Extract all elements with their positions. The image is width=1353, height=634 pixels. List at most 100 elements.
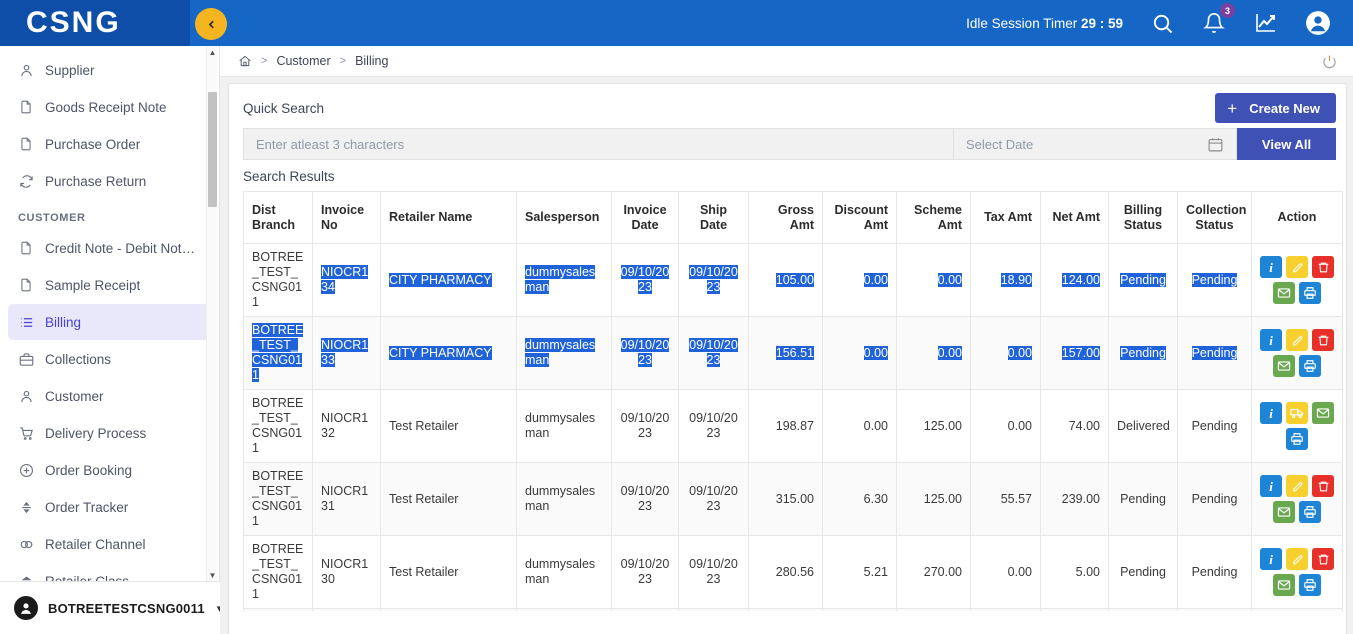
sidebar-collapse-button[interactable]	[195, 8, 227, 40]
cell-invoice-no: NIOCR131	[312, 462, 381, 536]
sidebar-item-supplier[interactable]: Supplier	[8, 52, 212, 88]
cell-scheme-amt: 125.00	[896, 462, 971, 536]
power-button[interactable]	[1322, 54, 1337, 69]
sidebar-item-purchase-return[interactable]: Purchase Return	[8, 163, 212, 199]
view-all-button[interactable]: View All	[1237, 128, 1336, 160]
create-new-button[interactable]: + Create New	[1215, 93, 1336, 123]
cell-net-amt: 5.00	[1040, 535, 1109, 609]
cell-salesperson: dummysalesman	[516, 608, 612, 611]
column-header-invoice-no[interactable]: Invoice No	[312, 191, 381, 244]
truck-action-button[interactable]	[1286, 402, 1308, 424]
sidebar-user-account[interactable]: BOTREETESTCSNG0011 ▾	[0, 581, 222, 634]
sidebar-item-label: Supplier	[45, 62, 95, 78]
column-header-retailer-name[interactable]: Retailer Name	[380, 191, 517, 244]
edit-action-button[interactable]	[1286, 475, 1308, 497]
print-action-button[interactable]	[1286, 428, 1308, 450]
edit-action-button[interactable]	[1286, 256, 1308, 278]
sidebar-item-order-tracker[interactable]: Order Tracker	[8, 489, 212, 525]
sidebar-item-retailer-class[interactable]: Retailer Class	[8, 563, 212, 581]
delete-action-button[interactable]	[1312, 548, 1334, 570]
brand-block: CSNG	[0, 0, 190, 46]
print-action-button[interactable]	[1299, 501, 1321, 523]
column-header-dist-branch[interactable]: Dist Branch	[243, 191, 313, 244]
print-action-button[interactable]	[1299, 574, 1321, 596]
cell-collection-status: Pending	[1177, 462, 1252, 536]
delete-action-button[interactable]	[1312, 475, 1334, 497]
cell-collection-status: Pending	[1177, 608, 1252, 611]
sidebar-item-credit-note-debit-note[interactable]: Credit Note - Debit Note (C...	[8, 230, 212, 266]
table-row[interactable]: BOTREE_TEST_CSNG011NIOCR129A R B STOREdu…	[243, 608, 1343, 611]
calendar-icon[interactable]	[1207, 136, 1224, 153]
date-input[interactable]: Select Date	[954, 128, 1237, 160]
sidebar-item-goods-receipt-note[interactable]: Goods Receipt Note	[8, 89, 212, 125]
breadcrumb-item-billing[interactable]: Billing	[355, 54, 388, 68]
mail-action-button[interactable]	[1273, 282, 1295, 304]
search-results-title: Search Results	[243, 169, 335, 184]
sidebar-item-retailer-channel[interactable]: Retailer Channel	[8, 526, 212, 562]
analytics-button[interactable]	[1253, 10, 1279, 36]
print-action-button[interactable]	[1299, 355, 1321, 377]
cell-dist-branch: BOTREE_TEST_CSNG011	[243, 316, 313, 390]
table-row[interactable]: BOTREE_TEST_CSNG011 NIOCR134 CITY PHARMACY…	[243, 243, 1343, 317]
sidebar-item-sample-receipt[interactable]: Sample Receipt	[8, 267, 212, 303]
edit-action-button[interactable]	[1286, 548, 1308, 570]
column-header-gross-amt[interactable]: Gross Amt	[748, 191, 823, 244]
sidebar-item-collections[interactable]: Collections	[8, 341, 212, 377]
column-header-net-amt[interactable]: Net Amt	[1040, 191, 1109, 244]
column-header-tax-amt[interactable]: Tax Amt	[970, 191, 1041, 244]
class-icon	[18, 573, 34, 581]
sidebar-item-customer[interactable]: Customer	[8, 378, 212, 414]
sidebar-item-label: Retailer Channel	[45, 536, 146, 552]
column-header-discount-amt[interactable]: Discount Amt	[822, 191, 897, 244]
print-action-button[interactable]	[1299, 282, 1321, 304]
document-icon	[18, 277, 34, 293]
sidebar-scrollbar[interactable]: ▲ ▼	[206, 46, 217, 581]
sidebar-item-order-booking[interactable]: Order Booking	[8, 452, 212, 488]
column-header-collection-status[interactable]: Collection Status	[1177, 191, 1252, 244]
scrollbar-up-arrow-icon[interactable]: ▲	[207, 46, 218, 58]
table-row[interactable]: BOTREE_TEST_CSNG011 NIOCR130 Test Retailer…	[243, 535, 1343, 609]
info-action-button[interactable]: i	[1260, 329, 1282, 351]
notifications-button[interactable]: 3	[1201, 3, 1235, 36]
sidebar-item-delivery-process[interactable]: Delivery Process	[8, 415, 212, 451]
table-row[interactable]: BOTREE_TEST_CSNG011 NIOCR131 Test Retailer…	[243, 462, 1343, 536]
delete-action-button[interactable]	[1312, 256, 1334, 278]
profile-button[interactable]	[1305, 10, 1331, 36]
info-action-button[interactable]: i	[1260, 548, 1282, 570]
sidebar-item-billing[interactable]: Billing	[8, 304, 212, 340]
sidebar-item-purchase-order[interactable]: Purchase Order	[8, 126, 212, 162]
table-row[interactable]: BOTREE_TEST_CSNG011 NIOCR133 CITY PHARMACY…	[243, 316, 1343, 390]
cell-invoice-date: 09/10/2023	[611, 608, 679, 611]
briefcase-icon	[18, 351, 34, 367]
column-header-action[interactable]: Action	[1251, 191, 1343, 244]
column-header-salesperson[interactable]: Salesperson	[516, 191, 612, 244]
column-header-scheme-amt[interactable]: Scheme Amt	[896, 191, 971, 244]
mail-action-button[interactable]	[1273, 501, 1295, 523]
delete-action-button[interactable]	[1312, 329, 1334, 351]
mail-action-button[interactable]	[1273, 574, 1295, 596]
info-action-button[interactable]: i	[1260, 402, 1282, 424]
info-action-button[interactable]: i	[1260, 475, 1282, 497]
edit-action-button[interactable]	[1286, 329, 1308, 351]
cell-discount-amt: 0.00	[822, 608, 897, 611]
cell-collection-status: Pending	[1177, 316, 1252, 390]
search-input[interactable]: Enter atleast 3 characters	[243, 128, 954, 160]
search-button[interactable]	[1149, 10, 1175, 36]
person-icon	[18, 62, 34, 78]
column-header-ship-date[interactable]: Ship Date	[678, 191, 749, 244]
table-row[interactable]: BOTREE_TEST_CSNG011 NIOCR132 Test Retailer…	[243, 389, 1343, 463]
info-action-button[interactable]: i	[1260, 256, 1282, 278]
mail-action-button[interactable]	[1273, 355, 1295, 377]
scrollbar-thumb[interactable]	[208, 92, 217, 207]
home-icon[interactable]	[238, 54, 252, 68]
column-header-invoice-date[interactable]: Invoice Date	[611, 191, 679, 244]
scrollbar-down-arrow-icon[interactable]: ▼	[207, 569, 218, 581]
cell-scheme-amt: 125.00	[896, 389, 971, 463]
column-header-billing-status[interactable]: Billing Status	[1108, 191, 1178, 244]
cell-retailer-name: Test Retailer	[380, 389, 517, 463]
action-buttons: i	[1260, 548, 1334, 596]
table-header-row: Dist Branch Invoice No Retailer Name Sal…	[243, 191, 1343, 244]
breadcrumb-item-customer[interactable]: Customer	[276, 54, 330, 68]
action-buttons: i	[1260, 475, 1334, 523]
mail-action-button[interactable]	[1312, 402, 1334, 424]
